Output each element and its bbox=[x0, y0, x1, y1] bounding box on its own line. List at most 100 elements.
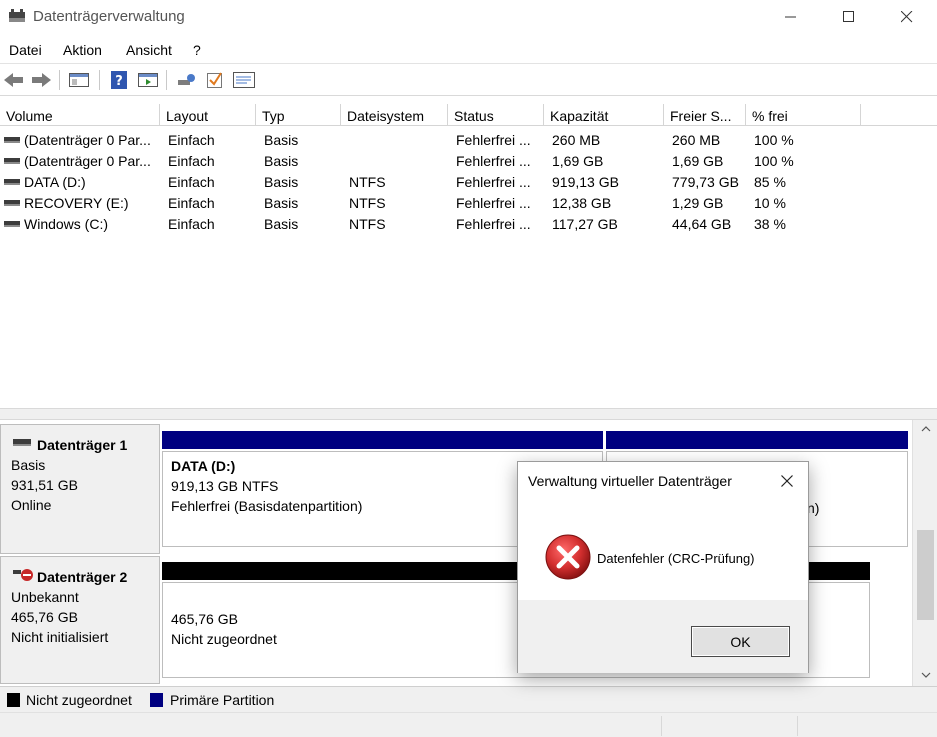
disk-1-size: 931,51 GB bbox=[11, 477, 78, 493]
maximize-button[interactable] bbox=[826, 0, 872, 34]
legend-swatch-unallocated bbox=[7, 693, 20, 707]
error-dialog: Verwaltung virtueller Datenträger Datenf… bbox=[517, 461, 809, 673]
dialog-footer: OK bbox=[518, 600, 808, 673]
pane-splitter[interactable] bbox=[0, 408, 937, 420]
cell-kapazitaet: 1,69 GB bbox=[552, 153, 604, 169]
chevron-up-icon bbox=[921, 426, 930, 432]
status-bar bbox=[0, 712, 937, 737]
cell-freier-speicher: 1,29 GB bbox=[672, 195, 724, 211]
cell-layout: Einfach bbox=[168, 153, 215, 169]
cell-typ: Basis bbox=[264, 216, 299, 232]
toolbar-separator bbox=[99, 70, 100, 90]
close-icon bbox=[901, 11, 913, 23]
cell-layout: Einfach bbox=[168, 216, 215, 232]
disk-1-state: Online bbox=[11, 497, 52, 513]
cell-prozent-frei: 100 % bbox=[754, 132, 794, 148]
dialog-message: Datenfehler (CRC-Prüfung) bbox=[597, 551, 755, 566]
scroll-up-button[interactable] bbox=[913, 420, 937, 438]
help-button[interactable]: ? bbox=[108, 69, 130, 91]
status-pane-divider bbox=[797, 716, 798, 736]
disk-2-name-row: Datenträger 2 bbox=[11, 567, 149, 587]
maximize-icon bbox=[843, 11, 854, 22]
check-button[interactable] bbox=[204, 69, 226, 91]
minimize-icon bbox=[785, 16, 796, 18]
cell-kapazitaet: 12,38 GB bbox=[552, 195, 612, 211]
column-header-freier-speicher[interactable]: Freier S... bbox=[664, 104, 746, 126]
cell-layout: Einfach bbox=[168, 195, 215, 211]
console-tree-button[interactable] bbox=[68, 69, 90, 91]
properties-button[interactable] bbox=[233, 69, 255, 91]
volume-row[interactable]: Windows (C:) Einfach Basis NTFS Fehlerfr… bbox=[0, 214, 937, 235]
cell-volume: DATA (D:) bbox=[24, 174, 86, 190]
cell-kapazitaet: 117,27 GB bbox=[552, 216, 618, 232]
dialog-title: Verwaltung virtueller Datenträger bbox=[528, 473, 732, 489]
dialog-close-button[interactable] bbox=[776, 470, 798, 492]
cell-typ: Basis bbox=[264, 174, 299, 190]
menu-datei[interactable]: Datei bbox=[9, 42, 42, 58]
toolbar-separator bbox=[166, 70, 167, 90]
forward-arrow-icon bbox=[32, 73, 51, 87]
cell-freier-speicher: 1,69 GB bbox=[672, 153, 724, 169]
legend-swatch-primary bbox=[150, 693, 163, 707]
console-tree-icon bbox=[69, 73, 89, 87]
legend-label-unallocated: Nicht zugeordnet bbox=[26, 692, 132, 708]
cell-freier-speicher: 44,64 GB bbox=[672, 216, 732, 232]
connect-button[interactable] bbox=[175, 69, 197, 91]
back-arrow-icon bbox=[4, 73, 23, 87]
column-header-dateisystem[interactable]: Dateisystem bbox=[341, 104, 448, 126]
legend: Nicht zugeordnet Primäre Partition bbox=[0, 686, 937, 712]
volume-icon bbox=[4, 158, 20, 164]
cell-prozent-frei: 38 % bbox=[754, 216, 786, 232]
menu-ansicht[interactable]: Ansicht bbox=[126, 42, 172, 58]
column-header-kapazitaet[interactable]: Kapazität bbox=[544, 104, 664, 126]
status-pane-divider bbox=[661, 716, 662, 736]
back-button[interactable] bbox=[3, 69, 25, 91]
close-button[interactable] bbox=[884, 0, 930, 34]
partition-color-strip bbox=[162, 431, 603, 449]
disk-1-label[interactable]: Datenträger 1 Basis 931,51 GB Online bbox=[0, 424, 160, 554]
column-header-volume[interactable]: Volume bbox=[0, 104, 160, 126]
cell-dateisystem: NTFS bbox=[349, 174, 386, 190]
disk-1-name: Datenträger 1 bbox=[37, 437, 128, 453]
cell-prozent-frei: 100 % bbox=[754, 153, 794, 169]
disk-2-label[interactable]: Datenträger 2 Unbekannt 465,76 GB Nicht … bbox=[0, 556, 160, 684]
connect-icon bbox=[178, 74, 195, 85]
cell-layout: Einfach bbox=[168, 132, 215, 148]
window-title: Datenträgerverwaltung bbox=[33, 8, 185, 25]
cell-status: Fehlerfrei ... bbox=[456, 216, 531, 232]
scroll-thumb[interactable] bbox=[917, 530, 934, 620]
disk-1-type: Basis bbox=[11, 457, 46, 473]
cell-typ: Basis bbox=[264, 195, 299, 211]
cell-status: Fehlerfrei ... bbox=[456, 174, 531, 190]
cell-typ: Basis bbox=[264, 153, 299, 169]
svg-text:?: ? bbox=[115, 74, 123, 89]
forward-button[interactable] bbox=[30, 69, 52, 91]
disk-2-name: Datenträger 2 bbox=[37, 569, 128, 585]
volume-row[interactable]: (Datenträger 0 Par... Einfach Basis Fehl… bbox=[0, 151, 937, 172]
column-header-prozent-frei[interactable]: % frei bbox=[746, 104, 861, 126]
volume-row[interactable]: DATA (D:) Einfach Basis NTFS Fehlerfrei … bbox=[0, 172, 937, 193]
show-pane-button[interactable] bbox=[137, 69, 159, 91]
column-header-layout[interactable]: Layout bbox=[160, 104, 256, 126]
ok-button[interactable]: OK bbox=[691, 626, 790, 657]
menu-help[interactable]: ? bbox=[193, 42, 201, 58]
cell-kapazitaet: 260 MB bbox=[552, 132, 601, 148]
properties-icon bbox=[233, 72, 255, 88]
cell-status: Fehlerfrei ... bbox=[456, 195, 531, 211]
volume-row[interactable]: (Datenträger 0 Par... Einfach Basis Fehl… bbox=[0, 130, 937, 151]
volume-row[interactable]: RECOVERY (E:) Einfach Basis NTFS Fehlerf… bbox=[0, 193, 937, 214]
disk-2-size: 465,76 GB bbox=[11, 609, 78, 625]
column-header-typ[interactable]: Typ bbox=[256, 104, 341, 126]
minimize-button[interactable] bbox=[768, 0, 814, 34]
volume-list-header: Volume Layout Typ Dateisystem Status Kap… bbox=[0, 104, 937, 126]
cell-prozent-frei: 85 % bbox=[754, 174, 786, 190]
disk-error-icon bbox=[13, 569, 33, 581]
column-header-status[interactable]: Status bbox=[448, 104, 544, 126]
toolbar-separator bbox=[59, 70, 60, 90]
disk-2-type: Unbekannt bbox=[11, 589, 79, 605]
scroll-down-button[interactable] bbox=[913, 666, 937, 684]
legend-label-primary: Primäre Partition bbox=[170, 692, 275, 708]
menu-bar: Datei Aktion Ansicht ? bbox=[0, 38, 937, 64]
disk-map-scrollbar[interactable] bbox=[912, 420, 937, 686]
menu-aktion[interactable]: Aktion bbox=[63, 42, 102, 58]
